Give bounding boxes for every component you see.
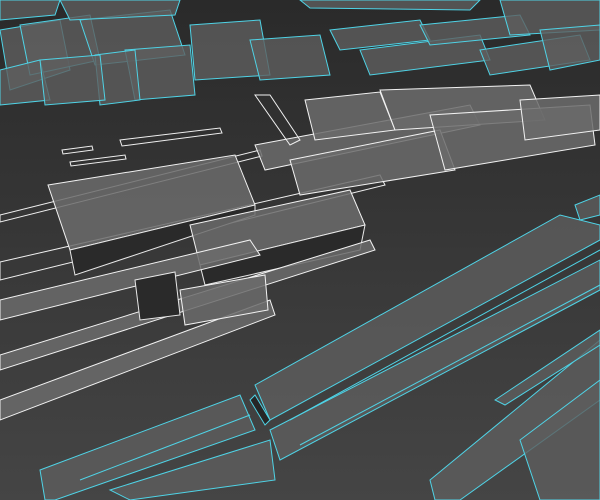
wireframe-3d-viewport[interactable] <box>0 0 600 500</box>
